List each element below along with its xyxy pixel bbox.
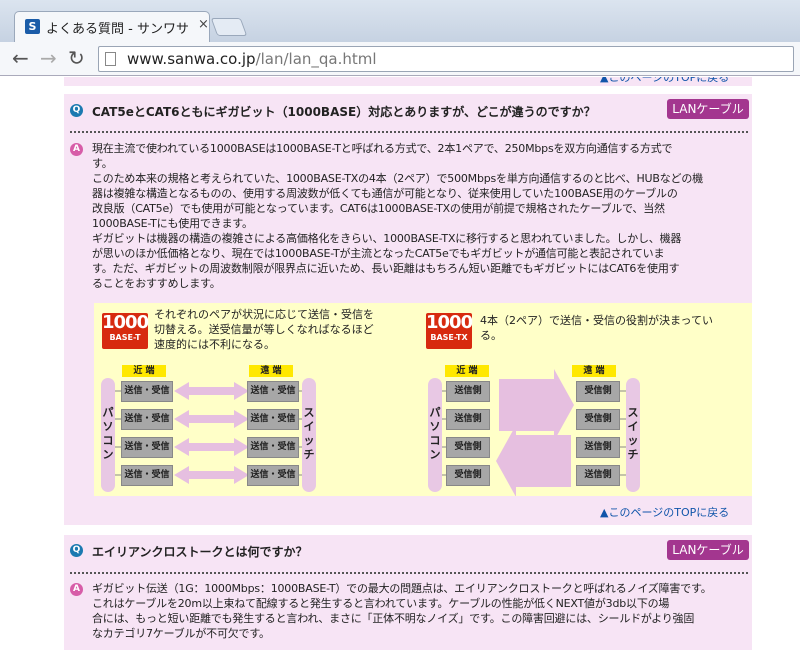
far-port-box: 送信・受信 [247,465,299,486]
prev-faq-panel: ▲このページのTOPに戻る [64,77,752,86]
divider [70,572,748,574]
answer-line: す。ただ、ギガビットの周波数制限が限界点に近いため、長い距離はもちろん短い距離で… [92,262,680,275]
far-port-box: 送信・受信 [247,381,299,402]
answer-text: 現在主流で使われている1000BASEは1000BASE-Tと呼ばれる方式で、2… [92,141,744,291]
near-port-box: 送信・受信 [121,409,173,430]
tab-strip: S よくある質問 - サンワサ × [0,0,800,42]
near-port-box: 受信側 [446,465,490,486]
answer-text: ギガビット伝送（1G：1000Mbps：1000BASE-T）での最大の問題点は… [92,581,744,641]
page-content: ▲このページのTOPに戻る Q CAT5eとCAT6ともにギガビット（1000B… [0,77,800,650]
divider [70,131,748,133]
answer-line: これはケーブルを20m以上束ねて配線すると発生すると言われています。ケーブルの性… [92,597,670,610]
answer-line: す。 [92,157,113,170]
near-port-box: 送信・受信 [121,381,173,402]
answer-line: ギガビット伝送（1G：1000Mbps：1000BASE-T）での最大の問題点は… [92,582,712,595]
far-port-box: 受信側 [576,381,620,402]
answer-line: 1000BASE-Tにも使用できます。 [92,217,253,230]
faq-item: Q CAT5eとCAT6ともにギガビット（1000BASE）対応とありますが、ど… [64,94,752,525]
answer-line: ギガビットは機器の構造の複雑さによる高価格化をきらい、1000BASE-TXに移… [92,232,682,245]
page-top-link[interactable]: ▲このページのTOPに戻る [600,504,729,520]
browser-tab[interactable]: S よくある質問 - サンワサ × [14,11,210,42]
answer-line: 改良版（CAT5e）でも使用が可能となっています。CAT6は1000BASE-T… [92,202,665,215]
answer-line: ることをおすすめします。 [92,277,221,290]
answer-icon: A [70,583,83,596]
comparison-diagram: 1000 BASE-T それぞれのペアが状況に応じて送信・受信を 切替える。送受… [94,303,752,496]
faq-item: Q エイリアンクロストークとは何ですか？ LANケーブル A ギガビット伝送（1… [64,535,752,650]
answer-line: が思いのほか低価格となり、現在では1000BASE-Tが主流となったCAT5eで… [92,247,665,260]
near-port-box: 送信側 [446,409,490,430]
near-port-box: 受信側 [446,437,490,458]
answer-line: 合には、もっと短い距離でも発生すると言われ、まさに「正体不明なノイズ」です。この… [92,612,695,625]
close-tab-icon[interactable]: × [198,17,209,32]
answer-icon: A [70,143,83,156]
far-port-box: 送信・受信 [247,409,299,430]
question-text: エイリアンクロストークとは何ですか？ [92,545,308,559]
near-port-box: 送信側 [446,381,490,402]
prev-page-top-link[interactable]: ▲このページのTOPに戻る [600,77,729,85]
tab-title: よくある質問 - サンワサ [46,22,189,37]
near-port-box: 送信・受信 [121,437,173,458]
favicon-icon: S [25,19,40,34]
far-port-box: 送信側 [576,437,620,458]
answer-line: 器は複雑な構造となるものの、使用する周波数が低くても通信が可能となり、従来使用し… [92,187,678,200]
browser-toolbar: ← → ↻ www.sanwa.co.jp/lan/lan_qa.html [0,42,800,76]
new-tab-button[interactable] [210,18,248,36]
far-port-box: 送信側 [576,465,620,486]
answer-line: なカテゴリ7ケーブルが不可欠です。 [92,627,270,640]
page-icon [105,52,116,66]
answer-line: 現在主流で使われている1000BASEは1000BASE-Tと呼ばれる方式で、2… [92,142,673,155]
far-port-box: 受信側 [576,409,620,430]
question-text: CAT5eとCAT6ともにギガビット（1000BASE）対応とありますが、どこが… [92,105,596,119]
address-bar[interactable]: www.sanwa.co.jp/lan/lan_qa.html [98,46,794,72]
reload-icon[interactable]: ↻ [68,47,85,69]
back-arrow-icon[interactable]: ← [12,47,29,69]
forward-arrow-icon[interactable]: → [40,47,57,69]
category-tag[interactable]: LANケーブル [667,540,749,560]
url-path: /lan/lan_qa.html [255,50,377,68]
far-port-box: 送信・受信 [247,437,299,458]
category-tag[interactable]: LANケーブル [667,99,749,119]
question-icon: Q [70,544,83,557]
near-port-box: 送信・受信 [121,465,173,486]
answer-line: このため本来の規格と考えられていた、1000BASE-TXの4本（2ペア）で50… [92,172,703,185]
url-text[interactable]: www.sanwa.co.jp/lan/lan_qa.html [127,50,377,68]
url-host: www.sanwa.co.jp [127,50,256,68]
question-icon: Q [70,104,83,117]
